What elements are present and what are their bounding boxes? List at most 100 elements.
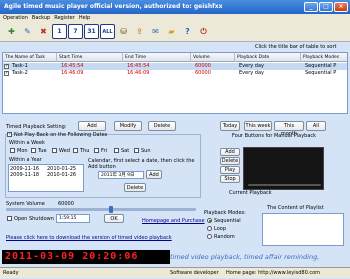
delete-date-button[interactable]: Delete	[124, 183, 146, 192]
backup-icon[interactable]: ⛁	[116, 24, 131, 39]
shutdown-time-input[interactable]: 1:59:15	[56, 214, 90, 223]
modify-task-icon[interactable]: ✎	[20, 24, 35, 39]
video-preview	[243, 147, 324, 190]
delete-task-icon[interactable]: ✖	[36, 24, 51, 39]
system-volume-value: 60000	[58, 201, 74, 207]
menu-register[interactable]: Register	[54, 14, 75, 22]
status-homepage: Home page: http://www.leyisd80.com	[226, 270, 321, 276]
table-sort-hint: Click the title bar of table to sort	[255, 44, 337, 50]
window-title-bar: Agile timed music player official versio…	[0, 0, 350, 14]
table-row[interactable]: Task-2 16:46:09 16:46:09 60000 Every day…	[3, 70, 347, 77]
playlist-listbox[interactable]	[262, 213, 344, 246]
list-item[interactable]: 2009-11-18	[10, 172, 39, 178]
task-start: 16:46:09	[61, 70, 84, 76]
mode-random-label: Random	[214, 234, 235, 240]
exit-icon[interactable]: ⏻	[196, 24, 211, 39]
feature-marquee: timed video playback, timed affair remin…	[170, 253, 320, 261]
all-calendar-icon[interactable]: ALL	[100, 24, 115, 39]
menu-help[interactable]: Help	[79, 14, 90, 22]
playback-modes-label: Playback Modes:	[204, 210, 246, 216]
add-task-icon[interactable]: ✚	[4, 24, 19, 39]
shutdown-ok-button[interactable]: OK	[104, 214, 124, 223]
task-start: 16:45:54	[61, 63, 84, 69]
calendar-hint: Calendar, first select a date, then clic…	[88, 158, 195, 170]
weekday-checkbox-tue[interactable]	[31, 148, 36, 153]
within-week-label: Within a Week	[9, 140, 45, 146]
weekday-label-sat: Sat	[121, 148, 130, 154]
stop-button[interactable]: Stop	[220, 175, 240, 183]
weekday-checkbox-thu[interactable]	[73, 148, 78, 153]
row-checkbox[interactable]	[4, 70, 9, 77]
column-header-volume[interactable]: Volume	[191, 53, 235, 62]
volume-slider-knob[interactable]	[108, 206, 113, 213]
mode-sequential-radio[interactable]	[207, 218, 212, 223]
column-header-playback-date[interactable]: Playback Date	[235, 53, 301, 62]
filter-today-button[interactable]: Today	[220, 121, 240, 131]
open-shutdown-checkbox[interactable]	[7, 216, 12, 221]
maximize-button[interactable]: □	[319, 2, 333, 12]
table-header: The Name of Task Start Time End Time Vol…	[3, 53, 347, 62]
status-ready: Ready	[3, 270, 19, 276]
download-video-version-link[interactable]: Please click here to download the versio…	[6, 235, 172, 241]
not-play-back-checkbox[interactable]	[7, 131, 12, 137]
task-mode: Sequential P	[305, 70, 337, 76]
task-end: 16:45:54	[127, 63, 150, 69]
system-volume-label: System Volume	[6, 201, 45, 207]
modify-task-button[interactable]: Modify	[114, 121, 142, 131]
mode-random-radio[interactable]	[207, 234, 212, 239]
month-calendar-icon[interactable]: 31	[84, 24, 99, 39]
column-header-playback-modes[interactable]: Playback Modes	[301, 53, 349, 62]
weekday-checkbox-sun[interactable]	[134, 148, 139, 153]
help-icon[interactable]: ?	[180, 24, 195, 39]
filter-all-button[interactable]: All	[306, 121, 326, 131]
column-header-start-time[interactable]: Start Time	[57, 53, 123, 62]
excluded-dates-list[interactable]: 2009-11-16 2010-01-25 2009-11-18 2010-01…	[8, 164, 84, 192]
filter-this-month-button[interactable]: This month	[274, 121, 304, 137]
weekday-checkbox-wed[interactable]	[52, 148, 57, 153]
task-volume: 60000	[195, 70, 211, 76]
playlist-content-label: The Content of Playlist	[267, 205, 324, 211]
today-calendar-icon[interactable]: 1	[52, 24, 67, 39]
menu-bar: Operation Backup Register Help	[0, 14, 350, 22]
weekday-checkbox-sat[interactable]	[114, 148, 119, 153]
shutdown-time-value: 1:59:15	[59, 216, 77, 221]
weekday-label-sun: Sun	[141, 148, 151, 154]
weekday-checkbox-mon[interactable]	[10, 148, 15, 153]
table-row[interactable]: Task-1 16:45:54 16:45:54 60000 Every day…	[3, 63, 347, 70]
add-date-button[interactable]: Add	[146, 170, 162, 179]
task-name: Task-2	[12, 70, 28, 76]
week-calendar-icon[interactable]: 7	[68, 24, 83, 39]
menu-backup[interactable]: Backup	[32, 14, 50, 22]
folder-icon[interactable]: ▰	[164, 24, 179, 39]
preview-seekbar[interactable]	[248, 184, 321, 186]
column-header-end-time[interactable]: End Time	[123, 53, 191, 62]
minimize-button[interactable]: _	[304, 2, 318, 12]
row-checkbox[interactable]	[4, 63, 9, 70]
task-table[interactable]: The Name of Task Start Time End Time Vol…	[2, 52, 348, 114]
add-file-button[interactable]: Add	[220, 148, 240, 156]
homepage-purchase-link[interactable]: Homepage and Purchase	[142, 218, 205, 224]
task-date: Every day	[239, 70, 264, 76]
close-button[interactable]: ×	[334, 2, 348, 12]
current-playback-label: Current Playback	[229, 190, 272, 196]
delete-task-button[interactable]: Delete	[148, 121, 176, 131]
weekday-label-mon: Mon	[17, 148, 28, 154]
play-button[interactable]: Play	[220, 166, 240, 174]
weekday-checkbox-fri[interactable]	[94, 148, 99, 153]
task-volume: 60000	[195, 63, 211, 69]
status-bar: Ready Software developer Home page: http…	[0, 267, 350, 278]
column-header-name[interactable]: The Name of Task	[3, 53, 57, 62]
menu-operation[interactable]: Operation	[3, 14, 28, 22]
add-task-button[interactable]: Add	[78, 121, 106, 131]
volume-slider[interactable]	[6, 208, 196, 211]
window-title: Agile timed music player official versio…	[4, 3, 223, 10]
export-icon[interactable]: ⇪	[132, 24, 147, 39]
delete-file-button[interactable]: Delete	[220, 157, 240, 165]
list-item[interactable]: 2010-01-26	[47, 172, 76, 178]
weekday-label-thu: Thu	[80, 148, 90, 154]
filter-this-week-button[interactable]: This week	[244, 121, 272, 131]
mode-loop-radio[interactable]	[207, 226, 212, 231]
timed-setting-label: Timed Playback Setting:	[6, 124, 67, 130]
date-picker[interactable]: 2011年 3月 9日	[98, 171, 144, 179]
mail-icon[interactable]: ✉	[148, 24, 163, 39]
